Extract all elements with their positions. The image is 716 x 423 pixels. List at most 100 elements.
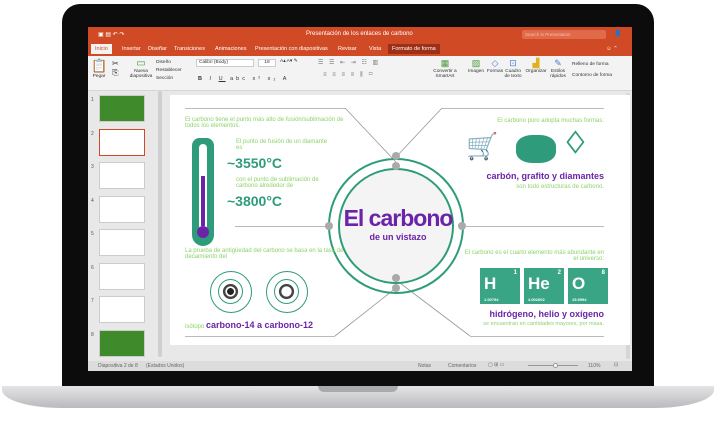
thumbnail-number: 2 <box>91 130 94 137</box>
textbox-label: Cuadro de texto <box>504 69 522 79</box>
slide-thumbnail[interactable] <box>99 262 145 290</box>
help-icon[interactable]: ☺ ⌃ <box>606 46 618 52</box>
slide-thumbnail[interactable] <box>99 162 145 189</box>
view-buttons[interactable]: ▢ ⊞ ▭ <box>488 362 504 368</box>
quick-access-icons[interactable]: ▣ ▤ ↶ ↷ <box>98 31 124 38</box>
thermometer-icon <box>192 138 214 246</box>
tab-transiciones[interactable]: Transiciones <box>174 46 205 52</box>
tab-inicio[interactable]: Inicio <box>91 44 112 54</box>
zoom-slider[interactable] <box>528 363 578 368</box>
element-symbol: H <box>484 274 497 293</box>
laptop-notch <box>318 386 398 392</box>
ribbon-tabs: Inicio Insertar Diseñar Transiciones Ani… <box>88 43 632 56</box>
slide-thumbnails: 1 2 3 4 5 6 7 8 <box>88 91 156 361</box>
thumbnail-number: 4 <box>91 197 94 204</box>
carbon14-atom-icon <box>210 271 252 313</box>
slide-thumbnail[interactable] <box>99 128 145 156</box>
element-symbol: O <box>572 274 586 293</box>
slide-thumbnail[interactable] <box>99 229 145 256</box>
quick-styles-button[interactable]: ✎ Estilos rápidos <box>548 58 568 79</box>
tab-presentacion[interactable]: Presentación con diapositivas <box>255 46 328 52</box>
tab-animaciones[interactable]: Animaciones <box>215 46 247 52</box>
powerpoint-window: ▣ ▤ ↶ ↷ Presentación de los enlaces de c… <box>88 27 632 371</box>
font-grow-shrink[interactable]: A▴ A▾ ✎ <box>280 59 298 64</box>
atomic-mass: 1.00794 <box>484 297 499 302</box>
font-size-select[interactable]: 18 <box>258 59 276 67</box>
abundance-intro: El carbono es el cuarto elemento más abu… <box>464 250 604 262</box>
arrange-icon: ▟ <box>532 58 540 68</box>
comments-button[interactable]: Comentarios <box>448 363 476 369</box>
tab-insertar[interactable]: Insertar <box>122 46 141 52</box>
paragraph-buttons[interactable]: ☰ ☰ ⇤ ⇥ ☷ ▥ ≡ ≡ ≡ ≡ ⫼ ▭ <box>318 59 380 79</box>
ribbon: 📋 Pegar ✂ ⎘ ▭ Nueva diapositiva Diseño Rest… <box>88 56 632 91</box>
atomic-number: 8 <box>601 270 605 276</box>
node-dot <box>458 222 466 230</box>
status-bar: Diapositiva 2 de 8 (Estados Unidos) Nota… <box>88 361 632 371</box>
search-input[interactable]: Search in Presentation <box>522 30 606 39</box>
cut-copy-icons[interactable]: ✂ ⎘ <box>112 59 119 78</box>
thumbnail-number: 7 <box>91 298 94 304</box>
thumbnail-number: 6 <box>91 264 94 271</box>
sublimation-value: ~3800°C <box>227 193 283 209</box>
textbox-icon: ⊡ <box>509 58 517 68</box>
forms-note: son todo estructuras de carbono. <box>516 184 604 190</box>
smartart-icon: ▦ <box>440 58 450 68</box>
tab-formato-de-forma[interactable]: Formato de forma <box>388 44 440 54</box>
thumbnail-number: 3 <box>91 164 94 170</box>
reset-button[interactable]: Restablecer <box>156 67 182 75</box>
forms-intro: El carbono puro adopta muchas formas: <box>497 118 604 124</box>
slide-thumbnail[interactable] <box>99 195 145 223</box>
shapes-button[interactable]: ◇ Formas <box>486 58 504 74</box>
thumbnail-scrollbar[interactable] <box>158 91 162 357</box>
zoom-level[interactable]: 110% <box>588 363 600 369</box>
arrange-label: Organizar <box>525 69 547 74</box>
slide-thumbnail[interactable] <box>99 329 145 357</box>
font-name-select[interactable]: Calibri (Body) <box>196 59 254 67</box>
slide-thumbnail[interactable] <box>99 95 145 122</box>
melt-label: El punto de fusión de un diamante es <box>236 139 328 151</box>
atomic-number: 1 <box>513 270 517 276</box>
paste-button[interactable]: 📋 Pegar <box>91 58 107 79</box>
node-dot <box>392 274 400 282</box>
tab-disenar[interactable]: Diseñar <box>148 46 167 52</box>
slide-thumbnail[interactable] <box>99 296 145 323</box>
atomic-mass: 15.9994 <box>572 297 587 302</box>
convert-label: Convertir a SmartArt <box>433 69 457 79</box>
new-slide-label: Nueva diapositiva <box>129 69 153 79</box>
shapes-icon: ◇ <box>491 58 499 68</box>
melt-value: ~3550°C <box>227 155 283 171</box>
share-icon[interactable]: 👤 <box>614 30 621 37</box>
textbox-button[interactable]: ⊡ Cuadro de texto <box>504 58 522 79</box>
graphite-icon <box>516 135 556 163</box>
fit-window-icon[interactable]: ⊡ <box>614 362 618 368</box>
paste-label: Pegar <box>92 74 106 79</box>
element-tile: 2 He 4.002602 <box>524 268 564 304</box>
layout-button[interactable]: Diseño <box>156 59 182 67</box>
section-button[interactable]: Sección <box>156 75 182 83</box>
coal-cart-icon: 🛒 <box>466 131 499 161</box>
isotope-prefix: isótopo <box>185 324 205 330</box>
arrange-button[interactable]: ▟ Organizar <box>524 58 548 74</box>
element-symbol: He <box>528 274 550 293</box>
tab-revisar[interactable]: Revisar <box>338 46 357 52</box>
atomic-mass: 4.002602 <box>528 297 545 302</box>
window-title: Presentación de los enlaces de carbono <box>306 31 413 37</box>
language[interactable]: (Estados Unidos) <box>146 363 184 369</box>
image-icon: ▨ <box>471 58 481 68</box>
slide-title: El carbono <box>343 205 454 231</box>
notes-button[interactable]: Notas <box>418 363 431 369</box>
image-button[interactable]: ▨ Imagen <box>466 58 486 74</box>
thumbnail-number: 5 <box>91 231 94 237</box>
melt-intro: El carbono tiene el punto más alto de fu… <box>185 117 344 129</box>
convert-smartart-button[interactable]: ▦ Convertir a SmartArt <box>428 58 462 79</box>
tab-vista[interactable]: Vista <box>369 46 381 52</box>
slide-canvas[interactable]: El carbono de un vistazo El carbono tien… <box>170 95 630 345</box>
shape-fill-button[interactable]: Relleno de forma <box>572 59 612 70</box>
shape-outline-button[interactable]: Contorno de forma <box>572 70 612 81</box>
node-dot <box>392 162 400 170</box>
slide-options: Diseño Restablecer Sección <box>156 59 182 83</box>
format-buttons[interactable]: B I U abc x² x₂ A <box>198 76 289 82</box>
forms-title: carbón, grafito y diamantes <box>486 171 604 181</box>
dating-intro: La prueba de antigüedad del carbono se b… <box>185 248 344 260</box>
new-slide-button[interactable]: ▭ Nueva diapositiva <box>128 58 154 79</box>
